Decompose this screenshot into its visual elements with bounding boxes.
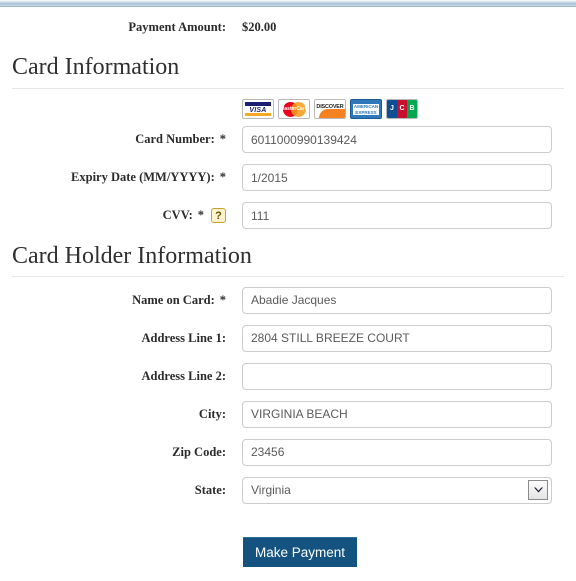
address-line-1-row: Address Line 1:: [0, 319, 576, 357]
zip-code-label: Zip Code:: [172, 444, 226, 459]
card-number-label: Card Number: *: [135, 132, 226, 147]
required-marker: *: [197, 207, 204, 222]
submit-area: Make Payment: [0, 537, 576, 568]
expiry-date-row: Expiry Date (MM/YYYY): *: [0, 159, 576, 197]
section-divider: [12, 87, 564, 89]
cvv-label: CVV: *?: [0, 208, 226, 224]
jcb-logo: J C B: [386, 98, 418, 119]
required-marker: *: [219, 170, 226, 185]
cvv-input[interactable]: [242, 202, 552, 230]
state-select-wrapper[interactable]: [242, 476, 552, 504]
state-label: State:: [194, 482, 226, 497]
expiry-date-label: Expiry Date (MM/YYYY): *: [71, 170, 226, 185]
card-number-input[interactable]: [242, 126, 552, 154]
chevron-down-icon[interactable]: [528, 479, 548, 500]
address-line-2-label: Address Line 2:: [141, 368, 226, 383]
payment-amount-value: $20.00: [242, 19, 277, 34]
name-on-card-label: Name on Card: *: [132, 292, 226, 307]
address-line-2-input[interactable]: [242, 362, 552, 390]
required-marker: *: [219, 292, 226, 307]
city-label: City:: [198, 406, 226, 421]
state-select[interactable]: [242, 476, 552, 504]
name-on-card-input[interactable]: [242, 286, 552, 314]
card-holder-information-heading: Card Holder Information: [12, 242, 252, 269]
zip-code-row: Zip Code:: [0, 433, 576, 471]
card-information-heading: Card Information: [12, 54, 180, 80]
accepted-card-logos: VISA MasterCard DISCOVER AMERICAN EXPRES…: [242, 93, 576, 121]
top-gradient-bar: [0, 0, 576, 7]
cvv-row: CVV: *?: [0, 197, 576, 235]
payment-amount-label: Payment Amount:: [128, 19, 226, 34]
payment-form-page: Payment Amount: $20.00 Card Information …: [0, 8, 576, 568]
city-input[interactable]: [242, 400, 552, 428]
card-holder-information-section: Card Holder Information: [0, 235, 576, 278]
address-line-2-row: Address Line 2:: [0, 357, 576, 395]
zip-code-input[interactable]: [242, 438, 552, 466]
expiry-date-input[interactable]: [242, 164, 552, 192]
amex-logo: AMERICAN EXPRESS: [350, 98, 382, 119]
name-on-card-row: Name on Card: *: [0, 281, 576, 319]
mastercard-logo: MasterCard: [278, 98, 310, 119]
card-number-row: Card Number: *: [0, 121, 576, 159]
cvv-help-icon[interactable]: ?: [211, 208, 226, 224]
make-payment-button[interactable]: Make Payment: [243, 537, 357, 568]
visa-logo: VISA: [242, 98, 274, 119]
state-row: State:: [0, 471, 576, 509]
city-row: City:: [0, 395, 576, 433]
card-information-section: Card Information: [0, 46, 576, 89]
required-marker: *: [219, 132, 226, 147]
payment-amount-row: Payment Amount: $20.00: [0, 8, 576, 46]
address-line-1-input[interactable]: [242, 324, 552, 352]
section-divider: [12, 276, 564, 278]
address-line-1-label: Address Line 1:: [141, 330, 226, 345]
discover-logo: DISCOVER: [314, 98, 346, 119]
